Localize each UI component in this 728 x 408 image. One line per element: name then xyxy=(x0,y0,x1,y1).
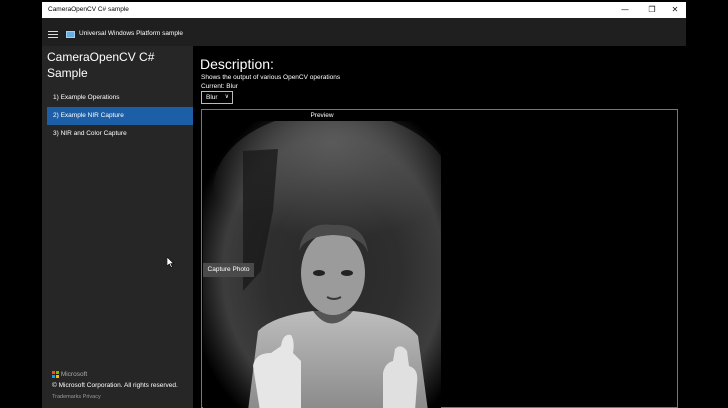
description-header: Description: xyxy=(200,56,274,72)
app-window: CameraOpenCV C# sample — ❐ ✕ Universal W… xyxy=(42,2,686,408)
preview-panel: Preview Capture Photo xyxy=(201,109,678,408)
operation-select[interactable]: Blur ∨ xyxy=(201,91,233,104)
trademarks-link[interactable]: Trademarks xyxy=(52,394,81,400)
operation-select-value: Blur xyxy=(206,94,218,101)
app-header: Universal Windows Platform sample xyxy=(42,18,686,46)
close-button[interactable]: ✕ xyxy=(662,2,686,18)
current-operation-label: Current: Blur xyxy=(201,83,238,90)
microsoft-brand-text: Microsoft xyxy=(60,371,88,378)
description-text: Shows the output of various OpenCV opera… xyxy=(201,74,341,81)
app-title: Universal Windows Platform sample xyxy=(79,30,184,37)
chevron-down-icon: ∨ xyxy=(224,94,229,100)
mouse-cursor-icon xyxy=(167,257,175,268)
sidebar: CameraOpenCV C# Sample 1) Example Operat… xyxy=(42,46,193,408)
sidebar-item-nir-color-capture[interactable]: 3) NIR and Color Capture xyxy=(47,125,193,143)
title-bar[interactable]: CameraOpenCV C# sample — ❐ ✕ xyxy=(42,2,686,18)
sidebar-title: CameraOpenCV C# Sample xyxy=(47,50,155,80)
capture-photo-button[interactable]: Capture Photo xyxy=(203,263,254,277)
copyright-text: © Microsoft Corporation. All rights rese… xyxy=(52,382,178,390)
privacy-link[interactable]: Privacy xyxy=(83,394,101,400)
microsoft-logo xyxy=(52,371,59,378)
hamburger-icon[interactable] xyxy=(48,31,58,39)
minimize-button[interactable]: — xyxy=(612,2,638,18)
app-icon xyxy=(66,31,75,38)
window-title: CameraOpenCV C# sample xyxy=(48,6,129,13)
sidebar-item-nir-capture[interactable]: 2) Example NIR Capture xyxy=(47,107,193,125)
sidebar-item-example-operations[interactable]: 1) Example Operations xyxy=(47,89,193,107)
preview-label: Preview xyxy=(310,112,334,119)
sidebar-footer: Microsoft © Microsoft Corporation. All r… xyxy=(52,371,178,400)
main-content: Description: Shows the output of various… xyxy=(193,46,686,408)
